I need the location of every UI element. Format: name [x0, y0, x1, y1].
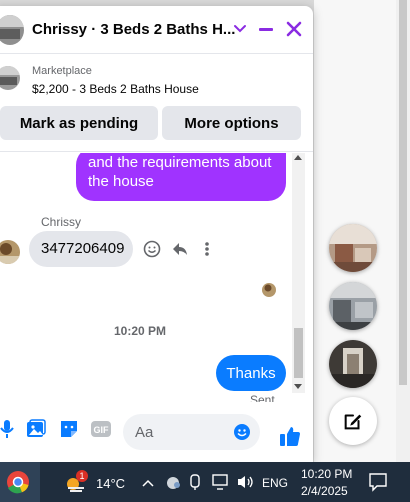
compose-icon: [344, 414, 362, 430]
clock-date[interactable]: 2/4/2025: [301, 484, 348, 498]
meet-icon[interactable]: [188, 473, 202, 496]
scroll-up-arrow[interactable]: [294, 155, 302, 160]
chrome-icon: [7, 471, 29, 494]
message-line: and the requirements about: [88, 154, 272, 171]
more-icon[interactable]: [202, 240, 212, 258]
avatar[interactable]: [0, 15, 24, 45]
like-icon[interactable]: [279, 425, 301, 447]
temperature[interactable]: 14°C: [96, 476, 125, 491]
chat-head-photo-3: [329, 340, 377, 388]
svg-text:GIF: GIF: [94, 425, 110, 435]
chat-window: Chrissy · 3 Beds 2 Baths H... Marketplac…: [0, 6, 313, 462]
chevron-down-icon[interactable]: [230, 19, 250, 39]
mic-icon[interactable]: [0, 418, 18, 440]
emoji-icon[interactable]: [143, 240, 161, 258]
listing-source-label: Marketplace: [32, 65, 92, 77]
chat-head-1[interactable]: [329, 224, 377, 272]
chat-head-2[interactable]: [329, 282, 377, 330]
scroll-down-arrow[interactable]: [294, 384, 302, 389]
weather-badge: 1: [76, 470, 88, 482]
message-composer: GIF: [0, 402, 313, 462]
display-icon[interactable]: [212, 474, 230, 495]
message-timestamp: 10:20 PM: [113, 324, 167, 338]
taskbar-app-active[interactable]: [0, 462, 40, 502]
seen-avatar: [262, 283, 276, 297]
message-input[interactable]: [135, 422, 235, 442]
mark-as-pending-button[interactable]: Mark as pending: [0, 106, 158, 140]
chat-head-photo-2: [329, 282, 377, 330]
chevron-up-icon[interactable]: [141, 476, 155, 494]
chat-head-photo-1: [329, 224, 377, 272]
marketplace-listing-card: Marketplace $2,200 - 3 Beds 2 Baths Hous…: [0, 54, 313, 152]
message-scrollbar[interactable]: [292, 153, 305, 393]
message-text: 3477206409: [41, 240, 125, 257]
taskbar: 1 14°C ENG 10:20 PM 2/4/2025: [0, 462, 410, 502]
chat-title[interactable]: Chrissy · 3 Beds 2 Baths H...: [32, 21, 235, 38]
language-indicator[interactable]: ENG: [262, 476, 288, 490]
weather-icon[interactable]: 1: [64, 470, 88, 494]
more-options-button[interactable]: More options: [162, 106, 301, 140]
chat-header[interactable]: Chrissy · 3 Beds 2 Baths H...: [0, 6, 313, 54]
volume-icon[interactable]: [236, 474, 256, 495]
message-status: Sent: [250, 393, 275, 402]
message-list: and the requirements about the house Chr…: [0, 153, 313, 402]
notification-icon[interactable]: [368, 472, 388, 497]
page-scrollbar[interactable]: [396, 0, 410, 462]
new-message-button[interactable]: [329, 397, 377, 445]
chat-head-3[interactable]: [329, 340, 377, 388]
message-input-box[interactable]: [123, 414, 260, 450]
sticker-icon[interactable]: [58, 418, 80, 440]
outgoing-message[interactable]: Thanks: [216, 355, 286, 391]
reply-icon[interactable]: [171, 240, 189, 258]
minimize-icon[interactable]: [256, 19, 276, 39]
emoji-icon[interactable]: [233, 423, 251, 441]
incoming-message[interactable]: 3477206409: [29, 231, 133, 267]
page-scrollbar-thumb[interactable]: [399, 0, 407, 385]
message-text: Thanks: [226, 365, 276, 382]
outgoing-message-partial[interactable]: and the requirements about the house: [76, 153, 286, 201]
gif-icon[interactable]: GIF: [90, 418, 112, 440]
listing-thumbnail[interactable]: [0, 66, 20, 90]
listing-title[interactable]: $2,200 - 3 Beds 2 Baths House: [32, 82, 199, 96]
clock-time[interactable]: 10:20 PM: [301, 467, 352, 481]
screen: Chrissy · 3 Beds 2 Baths H... Marketplac…: [0, 0, 410, 502]
avatar[interactable]: [0, 240, 20, 264]
close-icon[interactable]: [284, 19, 304, 39]
message-line: the house: [88, 173, 154, 190]
sender-name: Chrissy: [41, 215, 82, 229]
onedrive-icon[interactable]: [164, 474, 182, 495]
photo-icon[interactable]: [25, 418, 47, 440]
scroll-thumb[interactable]: [294, 328, 303, 378]
